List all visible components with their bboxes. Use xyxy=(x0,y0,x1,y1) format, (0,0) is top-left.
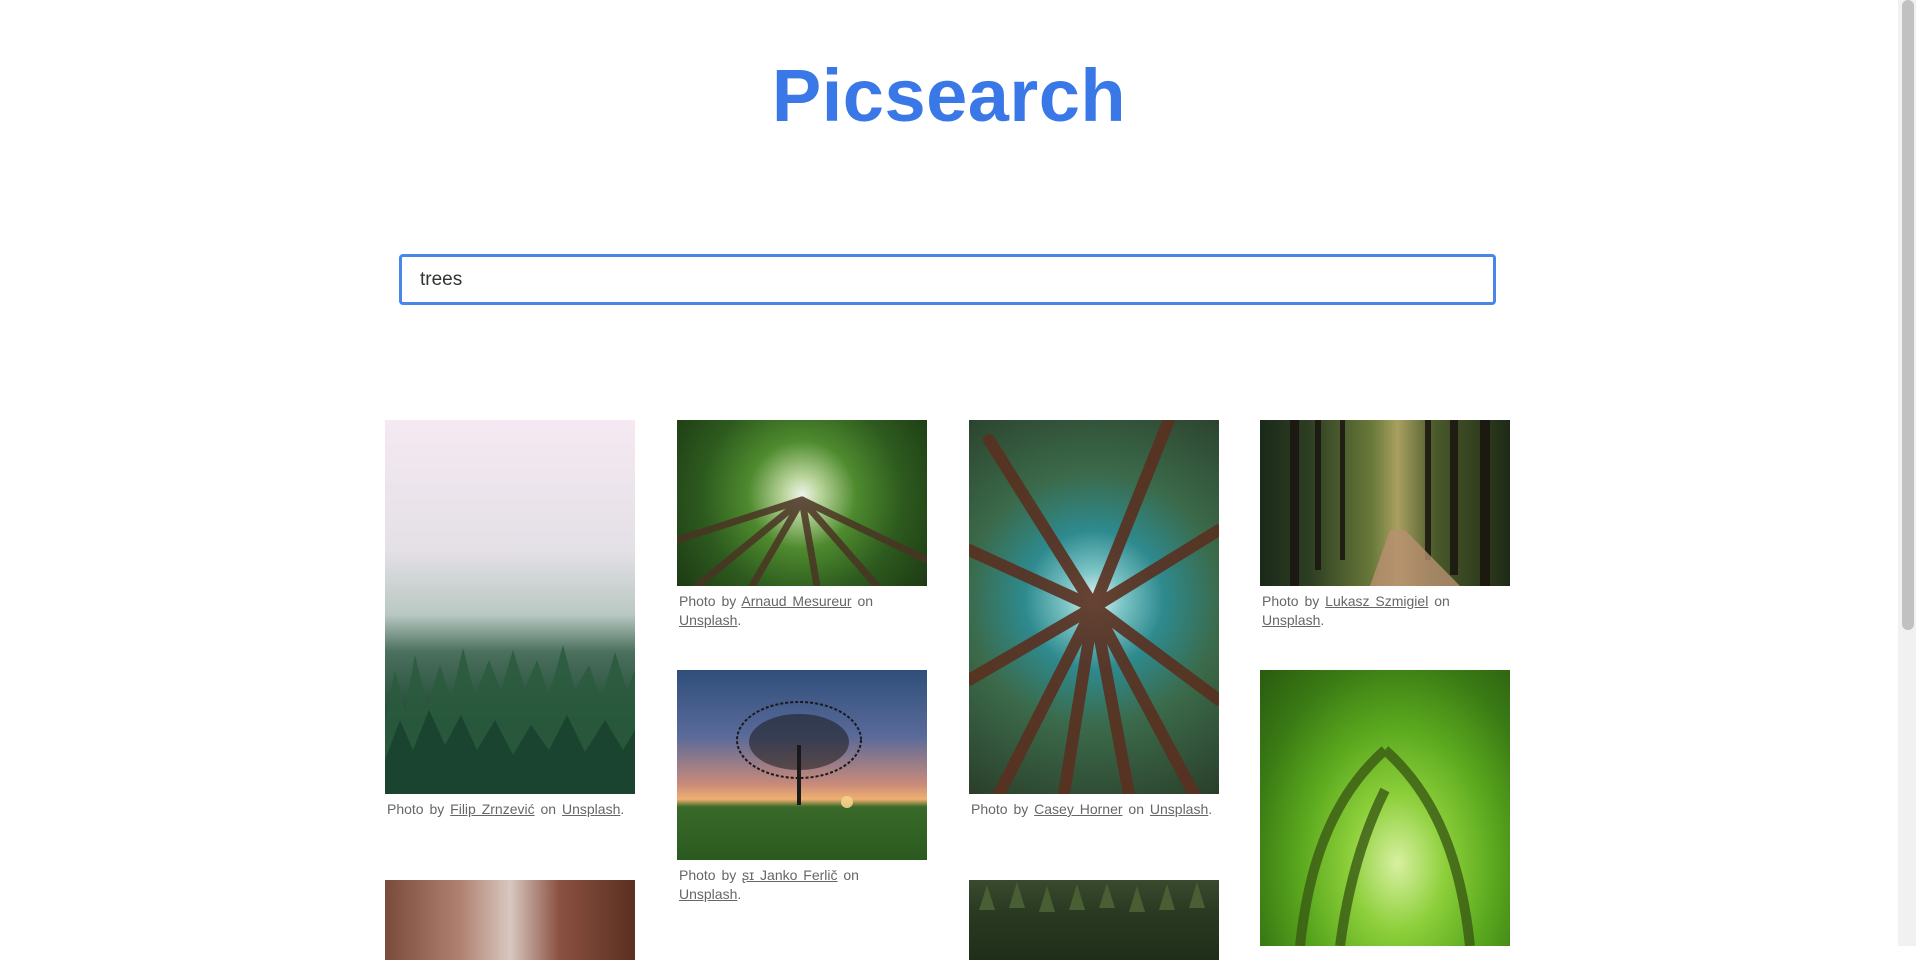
photo-caption: Photo by Arnaud Mesureur on Unsplash. xyxy=(679,593,874,628)
author-link[interactable]: Filip Zrnzević xyxy=(450,801,534,817)
pine-tops-illustration xyxy=(979,882,1205,912)
unsplash-link[interactable]: Unsplash xyxy=(562,801,620,817)
search-input[interactable] xyxy=(399,254,1496,305)
forest-path-illustration xyxy=(1290,420,1490,586)
photo-caption: Photo by Filip Zrnzević on Unsplash. xyxy=(387,801,625,817)
photo-misty-forest[interactable] xyxy=(385,420,635,794)
photo-card: Photo by ʂɪ Janko Ferlič on Unsplash. xyxy=(677,670,927,904)
tree-tunnel-illustration xyxy=(1295,746,1475,946)
unsplash-link[interactable]: Unsplash xyxy=(1262,612,1320,628)
photo-card xyxy=(1260,670,1510,946)
photo-forest-path[interactable] xyxy=(1260,420,1510,586)
photo-tree-canopy[interactable] xyxy=(677,420,927,586)
author-link[interactable]: Casey Horner xyxy=(1034,801,1122,817)
photo-tree-sunset[interactable] xyxy=(677,670,927,860)
author-link[interactable]: Lukasz Szmigiel xyxy=(1325,593,1428,609)
lone-tree-illustration xyxy=(736,701,862,808)
photo-caption: Photo by Lukasz Szmigiel on Unsplash. xyxy=(1262,593,1450,628)
scrollbar-thumb[interactable] xyxy=(1902,0,1914,630)
pine-trees-illustration xyxy=(385,645,635,794)
photo-card: Photo by Lukasz Szmigiel on Unsplash. xyxy=(1260,420,1510,630)
unsplash-link[interactable]: Unsplash xyxy=(1150,801,1208,817)
photo-card: Photo by Filip Zrnzević on Unsplash. xyxy=(385,420,635,819)
unsplash-link[interactable]: Unsplash xyxy=(679,612,737,628)
photo-card xyxy=(969,880,1219,960)
photo-card: Photo by Casey Horner on Unsplash. xyxy=(969,420,1219,819)
photo-caption: Photo by ʂɪ Janko Ferlič on Unsplash. xyxy=(679,867,859,902)
author-link[interactable]: ʂɪ Janko Ferlič xyxy=(742,867,837,883)
photo-redwood-canopy[interactable] xyxy=(969,420,1219,794)
photo-card xyxy=(385,880,635,960)
photo-redwood-trunks[interactable] xyxy=(385,880,635,960)
search-bar xyxy=(399,254,1496,305)
photo-green-tree-tunnel[interactable] xyxy=(1260,670,1510,946)
photo-caption: Photo by Casey Horner on Unsplash. xyxy=(971,801,1213,817)
redwood-trunks-illustration xyxy=(969,420,1219,794)
photo-card: Photo by Arnaud Mesureur on Unsplash. xyxy=(677,420,927,630)
canopy-trunks-illustration xyxy=(677,496,927,586)
app-title: Picsearch xyxy=(771,54,1127,137)
author-link[interactable]: Arnaud Mesureur xyxy=(741,593,851,609)
scrollbar[interactable] xyxy=(1898,0,1916,946)
unsplash-link[interactable]: Unsplash xyxy=(679,886,737,902)
photo-pine-forest[interactable] xyxy=(969,880,1219,960)
